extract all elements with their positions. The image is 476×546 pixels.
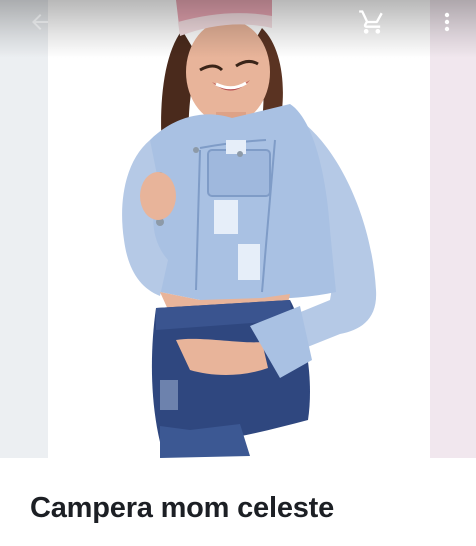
more-vertical-icon bbox=[444, 12, 450, 32]
overflow-menu-button[interactable] bbox=[430, 4, 464, 40]
cart-button[interactable] bbox=[354, 4, 390, 40]
product-title: Campera mom celeste bbox=[30, 492, 335, 524]
product-photo bbox=[122, 0, 377, 458]
product-info: Campera mom celeste bbox=[0, 458, 476, 546]
product-image[interactable] bbox=[0, 0, 476, 458]
product-detail-screen: Campera mom celeste bbox=[0, 0, 476, 546]
arrow-back-icon bbox=[32, 14, 48, 30]
back-button[interactable] bbox=[22, 4, 58, 40]
shopping-cart-icon bbox=[359, 10, 383, 34]
